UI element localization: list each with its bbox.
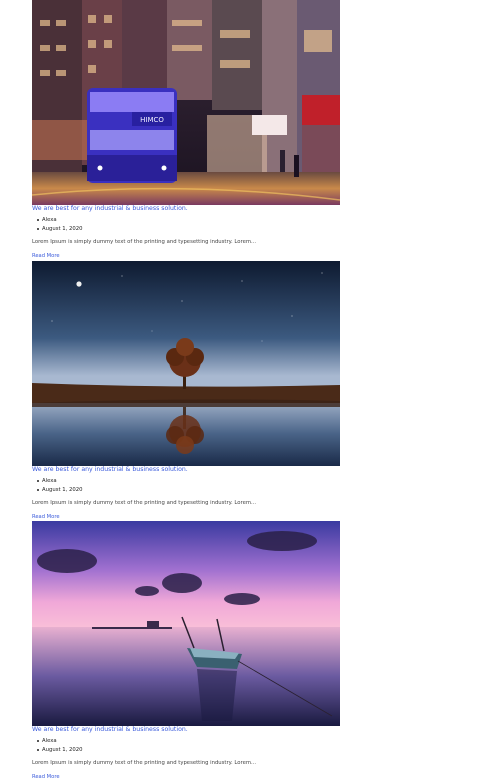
tram-sign-text: HIMCO	[140, 116, 164, 124]
post-meta-list: Alexa August 1, 2020	[37, 216, 82, 234]
post-title-link[interactable]: We are best for any industrial & busines…	[32, 205, 188, 212]
post-date: August 1, 2020	[37, 225, 82, 234]
post-image-link[interactable]	[32, 261, 340, 466]
post-title-link[interactable]: We are best for any industrial & busines…	[32, 726, 188, 733]
post-excerpt: Lorem Ipsum is simply dummy text of the …	[32, 239, 257, 245]
post-author: Alexa	[37, 737, 82, 746]
post-image-tram-street: HIMCO	[32, 0, 340, 205]
post-image-link[interactable]: HIMCO	[32, 0, 340, 205]
post-image-boat-sunset	[32, 521, 340, 726]
post-meta-list: Alexa August 1, 2020	[37, 737, 82, 755]
post-image-link[interactable]	[32, 521, 340, 726]
post-date: August 1, 2020	[37, 486, 82, 495]
post-image-lone-tree	[32, 261, 340, 466]
post-meta-list: Alexa August 1, 2020	[37, 477, 82, 495]
read-more-link[interactable]: Read More	[32, 514, 60, 520]
post-date: August 1, 2020	[37, 746, 82, 755]
post-title-link[interactable]: We are best for any industrial & busines…	[32, 466, 188, 473]
post-excerpt: Lorem Ipsum is simply dummy text of the …	[32, 500, 257, 506]
read-more-link[interactable]: Read More	[32, 253, 60, 259]
post-excerpt: Lorem Ipsum is simply dummy text of the …	[32, 760, 257, 766]
post-author: Alexa	[37, 216, 82, 225]
post-author: Alexa	[37, 477, 82, 486]
read-more-link[interactable]: Read More	[32, 774, 60, 780]
